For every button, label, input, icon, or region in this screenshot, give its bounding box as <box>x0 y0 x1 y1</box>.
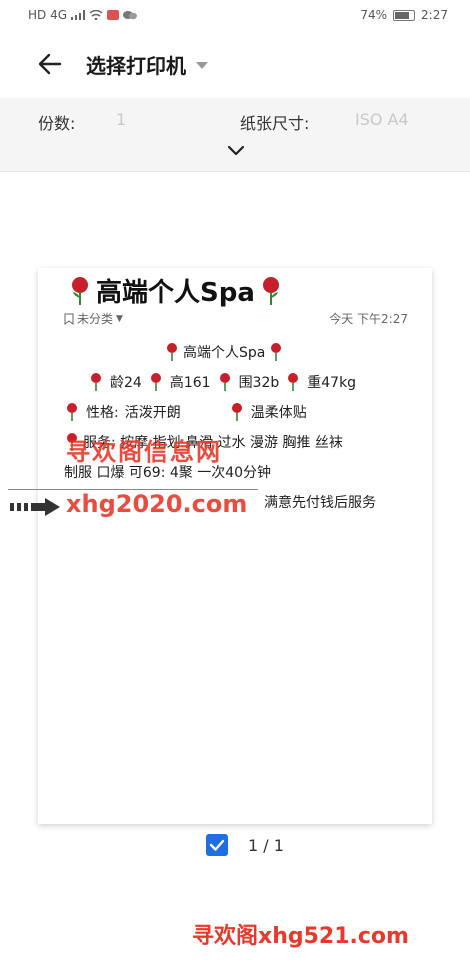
category-caret-icon: ▼ <box>116 313 123 324</box>
back-button[interactable] <box>34 48 66 80</box>
rose-icon <box>288 373 299 391</box>
print-settings: 份数: 1 纸张尺寸: ISO A4 <box>0 98 470 172</box>
rose-icon <box>219 373 230 391</box>
rose-icon <box>271 343 282 361</box>
page-select-checkbox[interactable] <box>206 834 228 856</box>
network-label: HD 4G <box>28 8 68 22</box>
bust-text: 围32b <box>238 375 280 391</box>
status-bar: HD 4G 74% 2:27 <box>0 0 470 30</box>
height-text: 高161 <box>169 375 211 391</box>
footer-right-text: 满意先付钱后服务 <box>264 495 376 511</box>
dropdown-caret-icon <box>196 62 208 69</box>
weight-text: 重47kg <box>307 375 357 391</box>
watermark-bottom: 寻欢阁xhg521.com <box>192 924 409 949</box>
bookmark-icon <box>64 313 74 325</box>
wechat-icon <box>123 11 138 20</box>
rose-icon <box>67 403 77 421</box>
page-count: 1 / 1 <box>248 836 284 855</box>
content-line-6: 满意先付钱后服务 <box>264 492 376 512</box>
status-icons: HD 4G <box>28 8 138 22</box>
copies-input[interactable]: 1 <box>116 110 126 129</box>
note-timestamp: 今天 下午2:27 <box>329 312 408 326</box>
line1-text: 高端个人Spa <box>183 345 266 361</box>
age-text: 龄24 <box>110 375 142 391</box>
battery-percent: 74% <box>360 8 388 22</box>
signal-icon <box>71 10 86 20</box>
rose-icon <box>150 373 161 391</box>
copies-label: 份数: <box>38 114 76 133</box>
printer-selector[interactable]: 选择打印机 <box>86 50 208 79</box>
rose-icon <box>231 403 242 421</box>
watermark-arrow-icon <box>10 498 60 516</box>
app-notification-icon <box>107 10 120 20</box>
paper-size-select[interactable]: ISO A4 <box>355 110 409 129</box>
content-line-1: 高端个人Spa <box>164 342 284 362</box>
app-bar: 选择打印机 <box>0 38 470 88</box>
rose-icon <box>262 276 279 305</box>
expand-chevron-icon[interactable] <box>226 142 246 158</box>
status-right: 74% 2:27 <box>360 8 448 22</box>
watermark-top: 寻欢阁信息网 <box>66 438 222 466</box>
personality-label: 性格: <box>86 405 119 421</box>
rose-icon <box>72 276 88 305</box>
category-label: 未分类 <box>77 312 114 326</box>
personality-extra: 温柔体贴 <box>250 405 307 421</box>
page-preview[interactable]: 高端个人Spa 未分类 ▼ 今天 下午2:27 高端个人Spa 龄24 高161… <box>38 268 432 824</box>
personality-value: 活泼开朗 <box>124 405 181 421</box>
watermark-middle: xhg2020.com <box>66 490 248 518</box>
page-title: 选择打印机 <box>86 54 186 78</box>
content-line-3: 性格: 活泼开朗 温柔体贴 <box>64 402 307 422</box>
note-title-text: 高端个人Spa <box>96 278 255 308</box>
category-tag: 未分类 ▼ <box>64 310 123 327</box>
content-line-2: 龄24 高161 围32b 重47kg <box>88 372 356 392</box>
paper-size-label: 纸张尺寸: <box>240 114 310 133</box>
wifi-icon <box>89 10 103 20</box>
battery-icon <box>393 9 416 21</box>
checkmark-icon <box>209 839 225 851</box>
rose-icon <box>167 343 177 361</box>
clock: 2:27 <box>421 8 448 22</box>
back-arrow-icon <box>38 53 62 75</box>
rose-icon <box>91 373 101 391</box>
note-title: 高端个人Spa <box>68 272 283 309</box>
